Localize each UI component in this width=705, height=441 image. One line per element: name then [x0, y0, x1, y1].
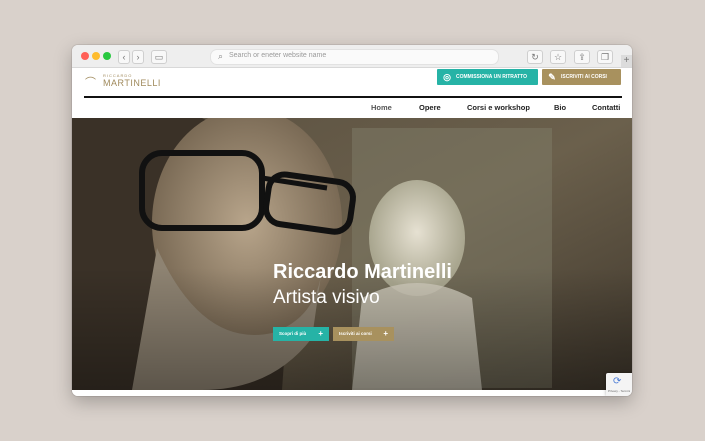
- hero-section: Riccardo Martinelli Artista visivo Scopr…: [72, 118, 632, 390]
- commission-portrait-button[interactable]: ◎ COMMISSIONA UN RITRATTO: [437, 69, 538, 85]
- hero-title: Riccardo Martinelli: [273, 261, 452, 283]
- discover-more-button[interactable]: Scopri di più +: [273, 327, 329, 341]
- commission-portrait-label: COMMISSIONA UN RITRATTO: [456, 74, 528, 80]
- sidebar-toggle-icon[interactable]: ▭: [151, 50, 167, 64]
- nav-item-home[interactable]: Home: [371, 103, 392, 112]
- nav-item-bio[interactable]: Bio: [554, 103, 566, 112]
- nav-item-opere[interactable]: Opere: [419, 103, 441, 112]
- recaptcha-badge[interactable]: ⟳ Privacy - Termini: [606, 373, 632, 396]
- plus-icon: +: [318, 329, 323, 338]
- logo-mark-icon: ⌒: [85, 77, 96, 89]
- enroll-courses-button[interactable]: ✎ ISCRIVITI AI CORSI: [542, 69, 621, 85]
- back-icon[interactable]: ‹: [118, 50, 130, 64]
- nav-item-corsi[interactable]: Corsi e workshop: [467, 103, 530, 112]
- logo-big-text: MARTINELLI: [103, 78, 161, 88]
- browser-titlebar: ‹ › ▭ ⌕ Search or eneter website name ↻ …: [72, 45, 632, 68]
- share-icon[interactable]: ⇪: [574, 50, 590, 64]
- header-divider: [84, 96, 622, 98]
- recaptcha-terms: Privacy - Termini: [608, 389, 631, 393]
- discover-more-label: Scopri di più: [279, 331, 307, 336]
- enroll-courses-label: ISCRIVITI AI CORSI: [561, 74, 607, 80]
- reload-icon[interactable]: ↻: [527, 50, 543, 64]
- minimize-window-button[interactable]: [92, 52, 100, 60]
- site-header: ⌒ RICCARDO MARTINELLI ◎ COMMISSIONA UN R…: [72, 68, 632, 118]
- search-icon: ⌕: [218, 51, 224, 61]
- main-nav: Home Opere Corsi e workshop Bio Contatti: [72, 103, 632, 115]
- nav-item-contatti[interactable]: Contatti: [592, 103, 620, 112]
- site-logo[interactable]: ⌒ RICCARDO MARTINELLI: [85, 73, 165, 89]
- new-tab-icon[interactable]: +: [621, 55, 632, 67]
- hero-subtitle: Artista visivo: [273, 287, 380, 308]
- pencil-icon: ✎: [548, 72, 556, 82]
- hero-photo: [72, 118, 632, 390]
- browser-window: ‹ › ▭ ⌕ Search or eneter website name ↻ …: [72, 45, 632, 396]
- portrait-icon: ◎: [443, 72, 451, 82]
- zoom-window-button[interactable]: [103, 52, 111, 60]
- hero-enroll-label: Iscriviti ai corsi: [339, 331, 372, 336]
- address-placeholder: Search or eneter website name: [229, 52, 327, 59]
- forward-icon[interactable]: ›: [132, 50, 144, 64]
- bookmark-star-icon[interactable]: ☆: [550, 50, 566, 64]
- close-window-button[interactable]: [81, 52, 89, 60]
- hero-enroll-button[interactable]: Iscriviti ai corsi +: [333, 327, 394, 341]
- tabs-overview-icon[interactable]: ❐: [597, 50, 613, 64]
- page-bottom-strip: [72, 390, 632, 396]
- address-bar[interactable]: ⌕ Search or eneter website name: [210, 49, 499, 65]
- plus-icon: +: [383, 329, 388, 338]
- recaptcha-icon: ⟳: [613, 376, 622, 387]
